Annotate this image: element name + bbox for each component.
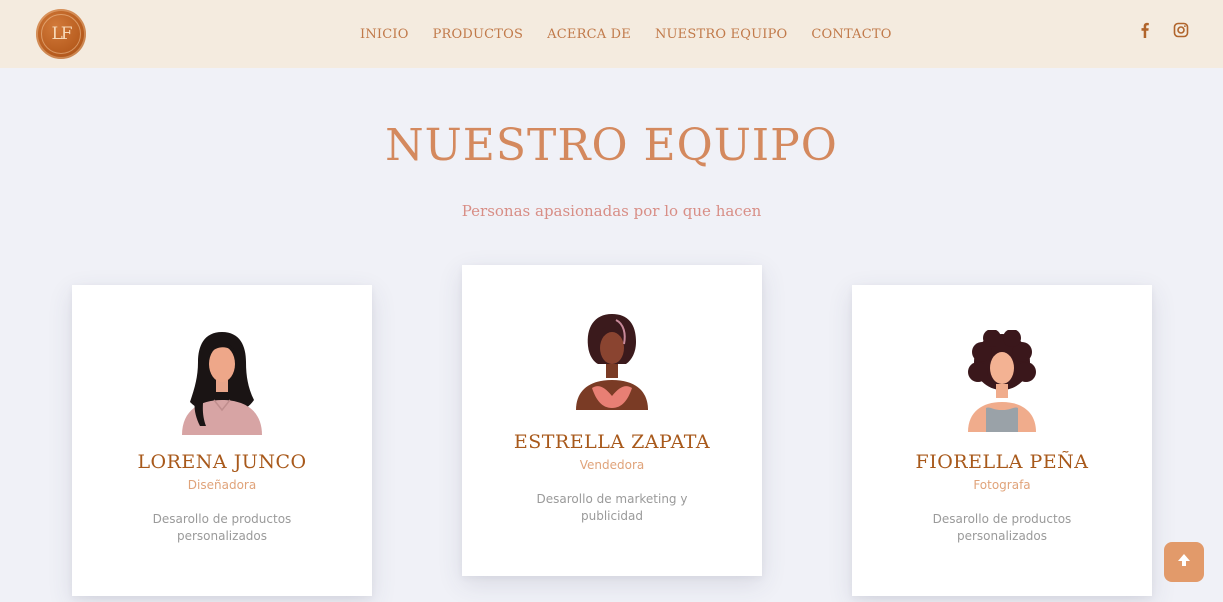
member-description: Desarollo de productos personalizados [152, 512, 292, 543]
section-title: NUESTRO EQUIPO [385, 120, 838, 171]
member-role: Vendedora [579, 458, 645, 472]
avatar [182, 330, 262, 435]
member-description: Desarollo de productos personalizados [932, 512, 1072, 543]
member-name: LORENA JUNCO [137, 451, 307, 473]
nav-link-inicio[interactable]: INICIO [360, 27, 409, 42]
nav-link-productos[interactable]: PRODUCTOS [433, 27, 524, 42]
member-name: FIORELLA PEÑA [915, 451, 1089, 473]
navbar: LF INICIO PRODUCTOS ACERCA DE NUESTRO EQ… [0, 0, 1223, 68]
scroll-to-top-button[interactable] [1164, 542, 1204, 582]
logo-text: LF [51, 24, 72, 44]
member-role: Fotografa [973, 478, 1031, 492]
nav-link-contacto[interactable]: CONTACTO [811, 27, 891, 42]
member-description: Desarollo de marketing y publicidad [536, 492, 688, 523]
section-subtitle: Personas apasionadas por lo que hacen [461, 202, 762, 220]
arrow-up-icon [1176, 552, 1192, 572]
avatar [572, 310, 652, 415]
main-nav: INICIO PRODUCTOS ACERCA DE NUESTRO EQUIP… [360, 0, 892, 68]
facebook-icon[interactable] [1137, 22, 1153, 38]
nav-link-acerca-de[interactable]: ACERCA DE [547, 27, 631, 42]
instagram-icon[interactable] [1173, 22, 1189, 38]
team-card: FIORELLA PEÑA Fotografa Desarollo de pro… [852, 285, 1152, 596]
brand-logo[interactable]: LF [36, 9, 86, 59]
nav-link-nuestro-equipo[interactable]: NUESTRO EQUIPO [655, 27, 787, 42]
avatar [962, 329, 1042, 435]
social-links [1137, 22, 1189, 38]
team-card: ESTRELLA ZAPATA Vendedora Desarollo de m… [462, 265, 762, 576]
member-name: ESTRELLA ZAPATA [513, 431, 711, 453]
member-role: Diseñadora [187, 478, 257, 492]
team-card: LORENA JUNCO Diseñadora Desarollo de pro… [72, 285, 372, 596]
